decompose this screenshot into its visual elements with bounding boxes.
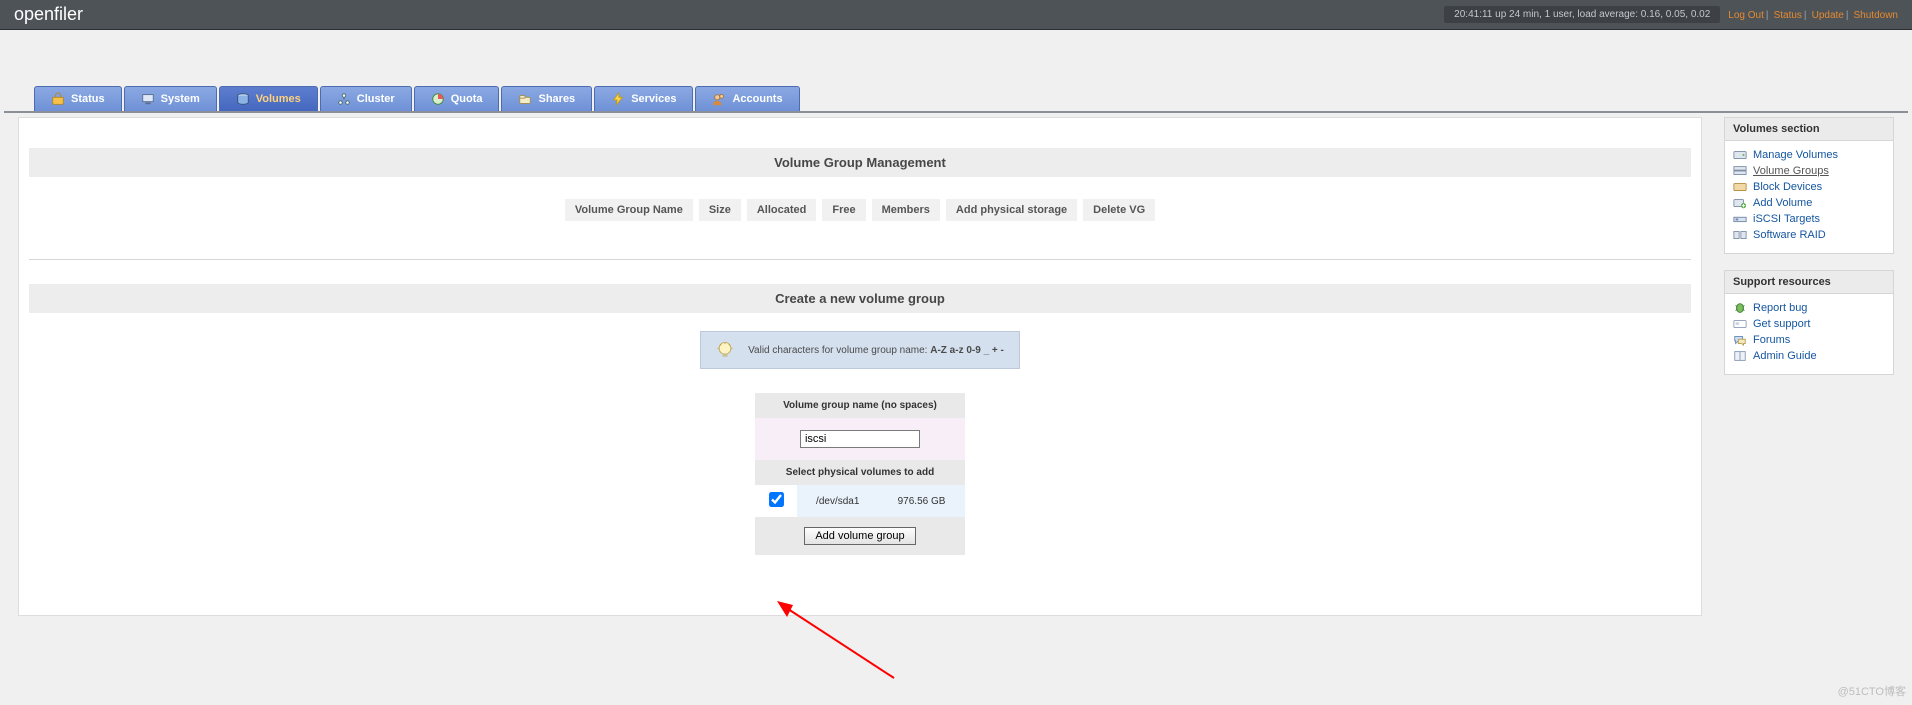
sidebar-item-add-volume[interactable]: Add Volume [1733,195,1885,211]
vg-management-heading: Volume Group Management [29,148,1691,177]
valid-chars-hint: Valid characters for volume group name: … [700,331,1020,369]
book-icon [1733,350,1747,362]
sidebar-item-iscsi-targets[interactable]: iSCSI Targets [1733,211,1885,227]
sidebar-item-report-bug[interactable]: Report bug [1733,300,1885,316]
watermark: @51CTO博客 [1838,683,1906,699]
pv-size: 976.56 GB [878,485,965,517]
col-allocated: Allocated [747,199,817,221]
divider [29,259,1691,260]
sidebar-item-admin-guide[interactable]: Admin Guide [1733,348,1885,364]
top-action-links: Log Out| Status| Update| Shutdown [1728,9,1898,21]
vg-table-headers: Volume Group Name Size Allocated Free Me… [559,193,1161,227]
tab-quota[interactable]: Quota [414,86,500,111]
col-delete-vg: Delete VG [1083,199,1155,221]
services-icon [611,92,625,106]
brand-logo: openfiler [14,4,83,25]
system-uptime-status: 20:41:11 up 24 min, 1 user, load average… [1444,6,1720,23]
drive-icon [1733,149,1747,161]
support-resources-panel: Support resources Report bug Get support… [1724,270,1894,375]
sidebar-item-software-raid[interactable]: Software RAID [1733,227,1885,243]
sidebar-item-block-devices[interactable]: Block Devices [1733,179,1885,195]
raid-icon [1733,229,1747,241]
update-link[interactable]: Update [1812,10,1844,21]
sidebar-item-get-support[interactable]: Get support [1733,316,1885,332]
sidebar-item-forums[interactable]: Forums [1733,332,1885,348]
shutdown-link[interactable]: Shutdown [1854,10,1898,21]
card-icon [1733,318,1747,330]
col-free: Free [822,199,865,221]
shares-icon [518,92,532,106]
main-content: Volume Group Management Volume Group Nam… [18,117,1702,616]
system-icon [141,92,155,106]
quota-icon [431,92,445,106]
logout-link[interactable]: Log Out [1728,10,1764,21]
cluster-icon [337,92,351,106]
col-members: Members [872,199,940,221]
accounts-icon [712,92,726,106]
tab-system[interactable]: System [124,86,217,111]
main-tabs: Status System Volumes Cluster Quota Shar… [34,86,1912,111]
col-size: Size [699,199,741,221]
support-resources-title: Support resources [1725,271,1893,294]
volumes-icon [236,92,250,106]
tab-shares[interactable]: Shares [501,86,592,111]
drives-stack-icon [1733,165,1747,177]
volumes-section-title: Volumes section [1725,118,1893,141]
create-vg-form: Volume group name (no spaces) Select phy… [755,393,965,555]
iscsi-icon [1733,213,1747,225]
tab-cluster[interactable]: Cluster [320,86,412,111]
pv-device: /dev/sda1 [797,485,878,517]
lightbulb-icon [715,340,735,360]
add-volume-group-button[interactable]: Add volume group [804,527,915,545]
pv-checkbox[interactable] [769,492,784,507]
block-device-icon [1733,181,1747,193]
vg-name-header: Volume group name (no spaces) [755,393,965,418]
annotation-arrow [769,593,899,683]
tab-volumes[interactable]: Volumes [219,86,318,111]
status-icon [51,92,65,106]
sidebar-item-manage-volumes[interactable]: Manage Volumes [1733,147,1885,163]
topbar: openfiler 20:41:11 up 24 min, 1 user, lo… [0,0,1912,30]
tab-accounts[interactable]: Accounts [695,86,799,111]
add-volume-icon [1733,197,1747,209]
volumes-section-panel: Volumes section Manage Volumes Volume Gr… [1724,117,1894,254]
sidebar-item-volume-groups[interactable]: Volume Groups [1733,163,1885,179]
create-vg-heading: Create a new volume group [29,284,1691,313]
chat-icon [1733,334,1747,346]
bug-icon [1733,302,1747,314]
col-vg-name: Volume Group Name [565,199,693,221]
status-link[interactable]: Status [1774,10,1802,21]
col-add-phys: Add physical storage [946,199,1077,221]
tab-status[interactable]: Status [34,86,122,111]
vg-name-input[interactable] [800,430,920,448]
tab-services[interactable]: Services [594,86,693,111]
select-pv-header: Select physical volumes to add [755,460,965,485]
